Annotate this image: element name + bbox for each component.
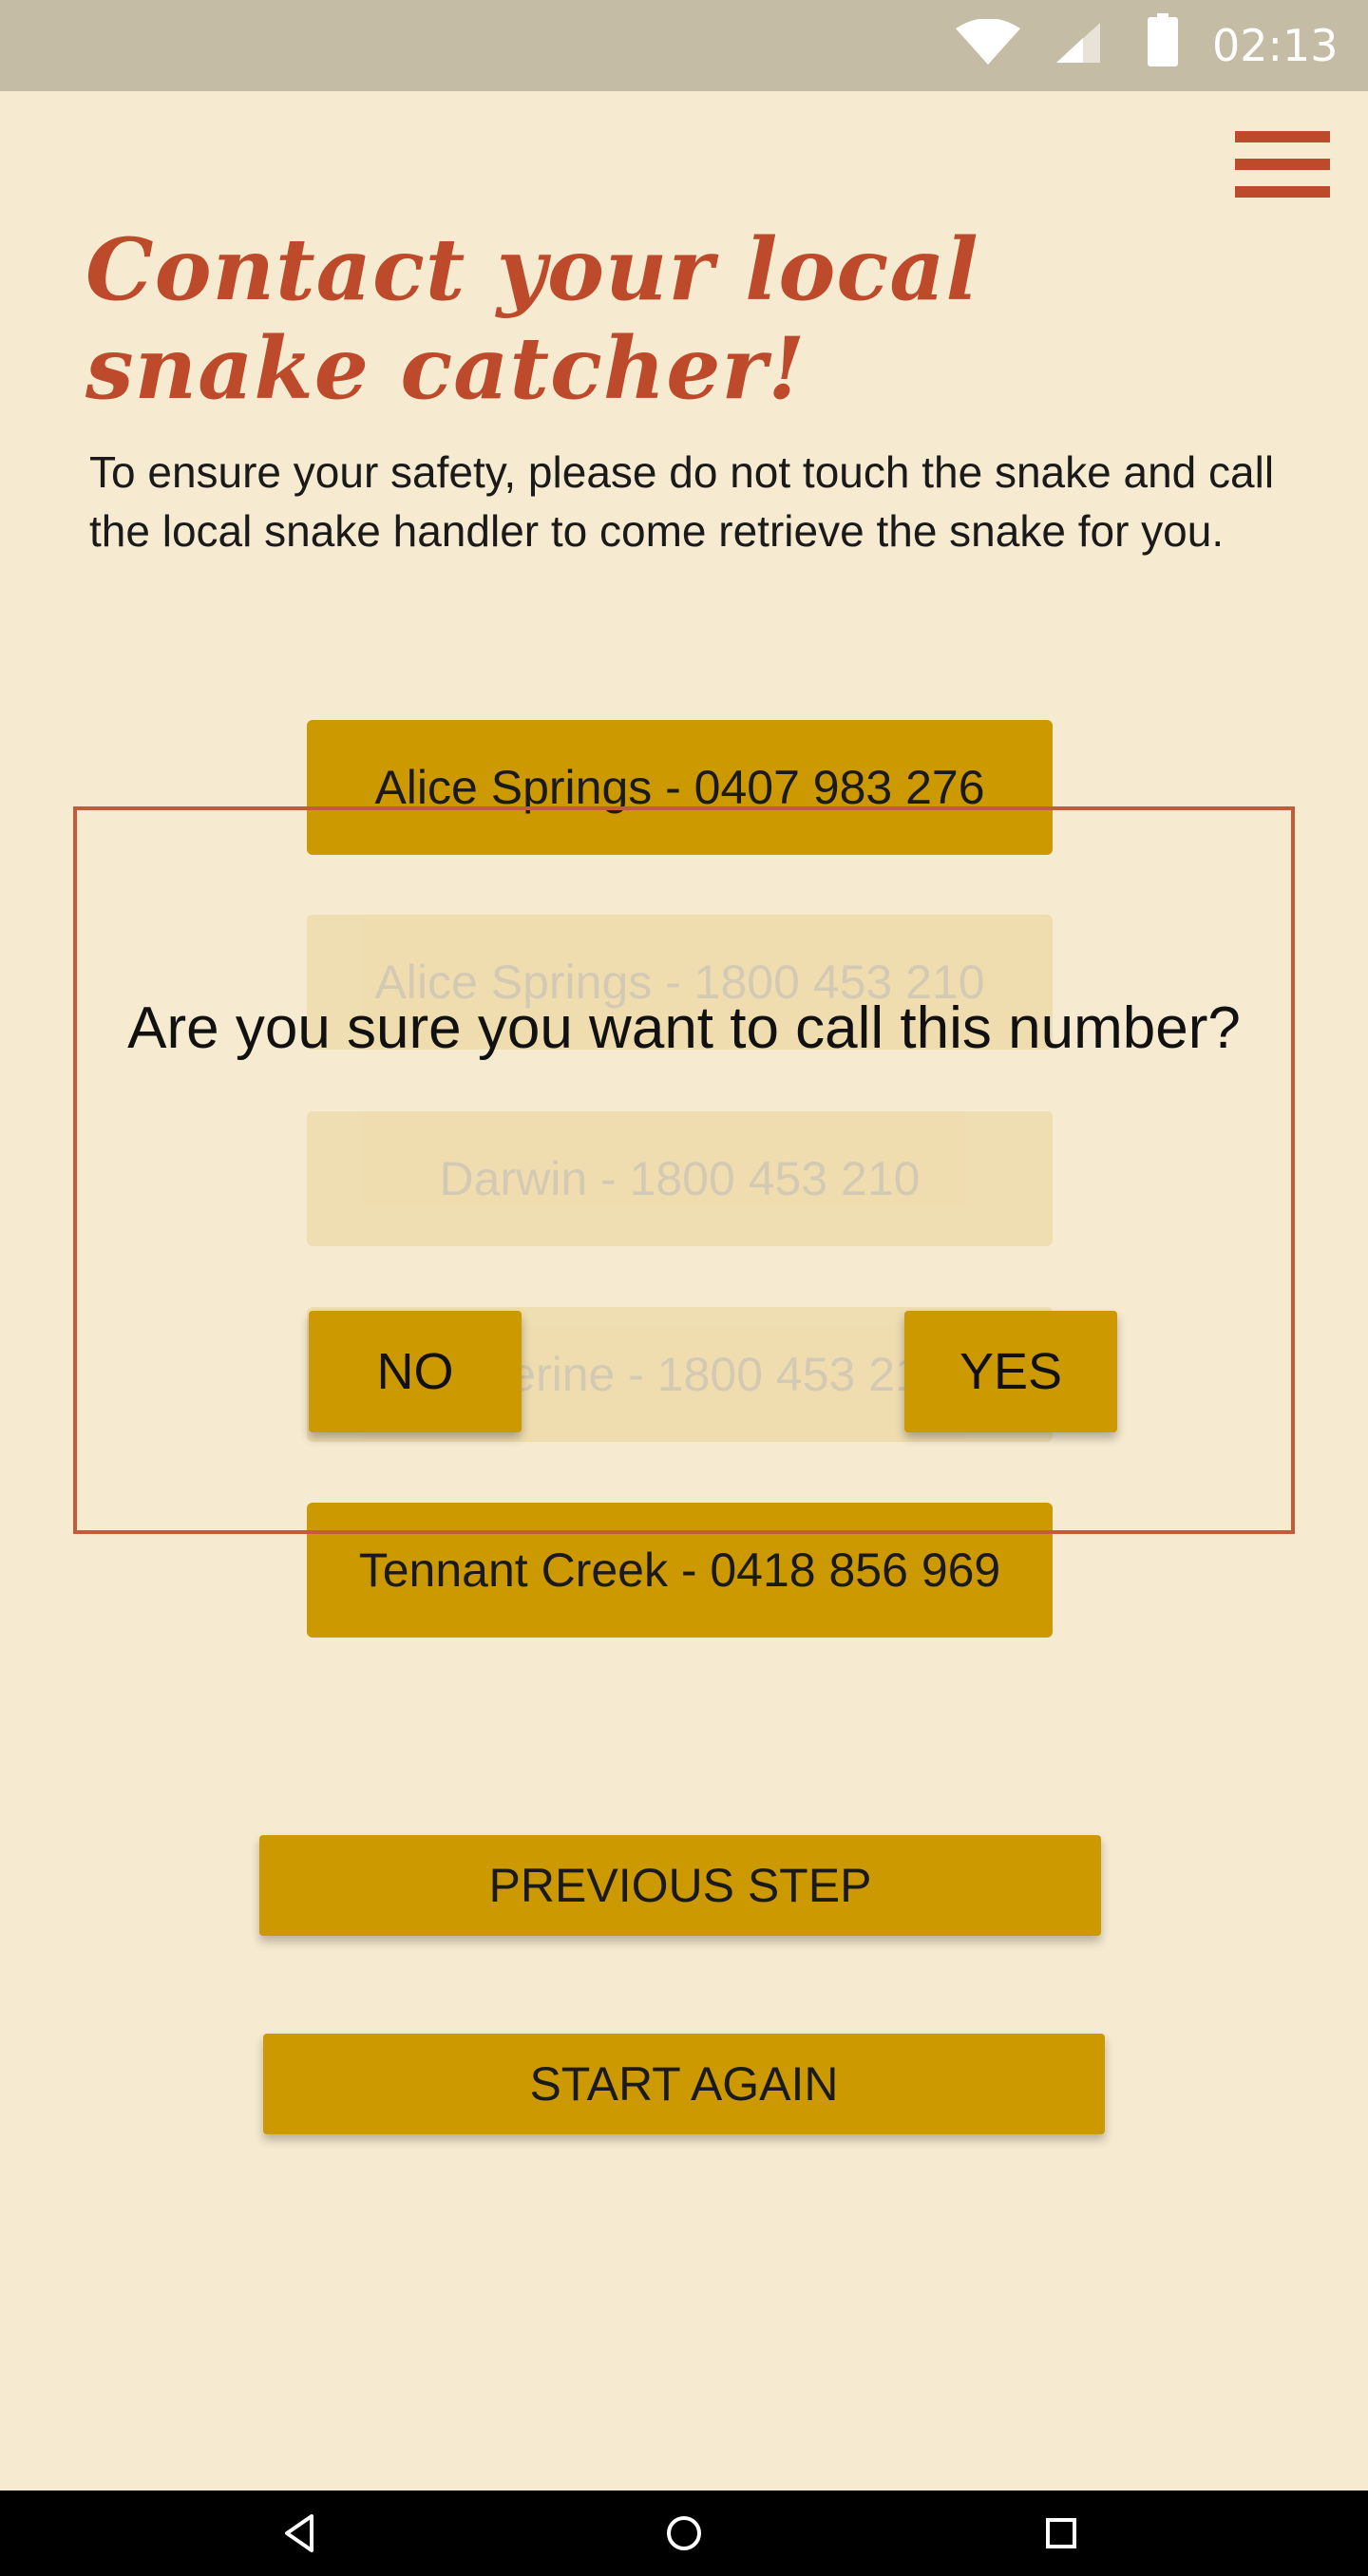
status-bar: 02:13 xyxy=(0,0,1368,91)
intro-text: To ensure your safety, please do not tou… xyxy=(89,447,1275,556)
previous-step-button[interactable]: PREVIOUS STEP xyxy=(259,1835,1101,1936)
status-time: 02:13 xyxy=(1212,20,1339,71)
yes-button[interactable]: YES xyxy=(904,1311,1117,1432)
confirm-call-dialog: Are you sure you want to call this numbe… xyxy=(73,806,1295,1534)
recent-apps-icon[interactable] xyxy=(1039,2511,1083,2555)
wifi-icon xyxy=(956,19,1020,65)
start-again-button[interactable]: START AGAIN xyxy=(263,2034,1105,2134)
page-title: Contact your local snake catcher! xyxy=(86,219,979,419)
navigation-bar xyxy=(0,2491,1368,2576)
dialog-question: Are you sure you want to call this numbe… xyxy=(127,995,1241,1061)
no-button[interactable]: NO xyxy=(309,1311,522,1432)
back-icon[interactable] xyxy=(279,2511,323,2555)
screen: 02:13 Contact your local snake catcher! … xyxy=(0,0,1368,2576)
hamburger-menu-icon[interactable] xyxy=(1231,129,1330,199)
home-icon[interactable] xyxy=(662,2511,706,2555)
battery-icon xyxy=(1148,13,1178,66)
cell-signal-icon xyxy=(1056,23,1100,63)
